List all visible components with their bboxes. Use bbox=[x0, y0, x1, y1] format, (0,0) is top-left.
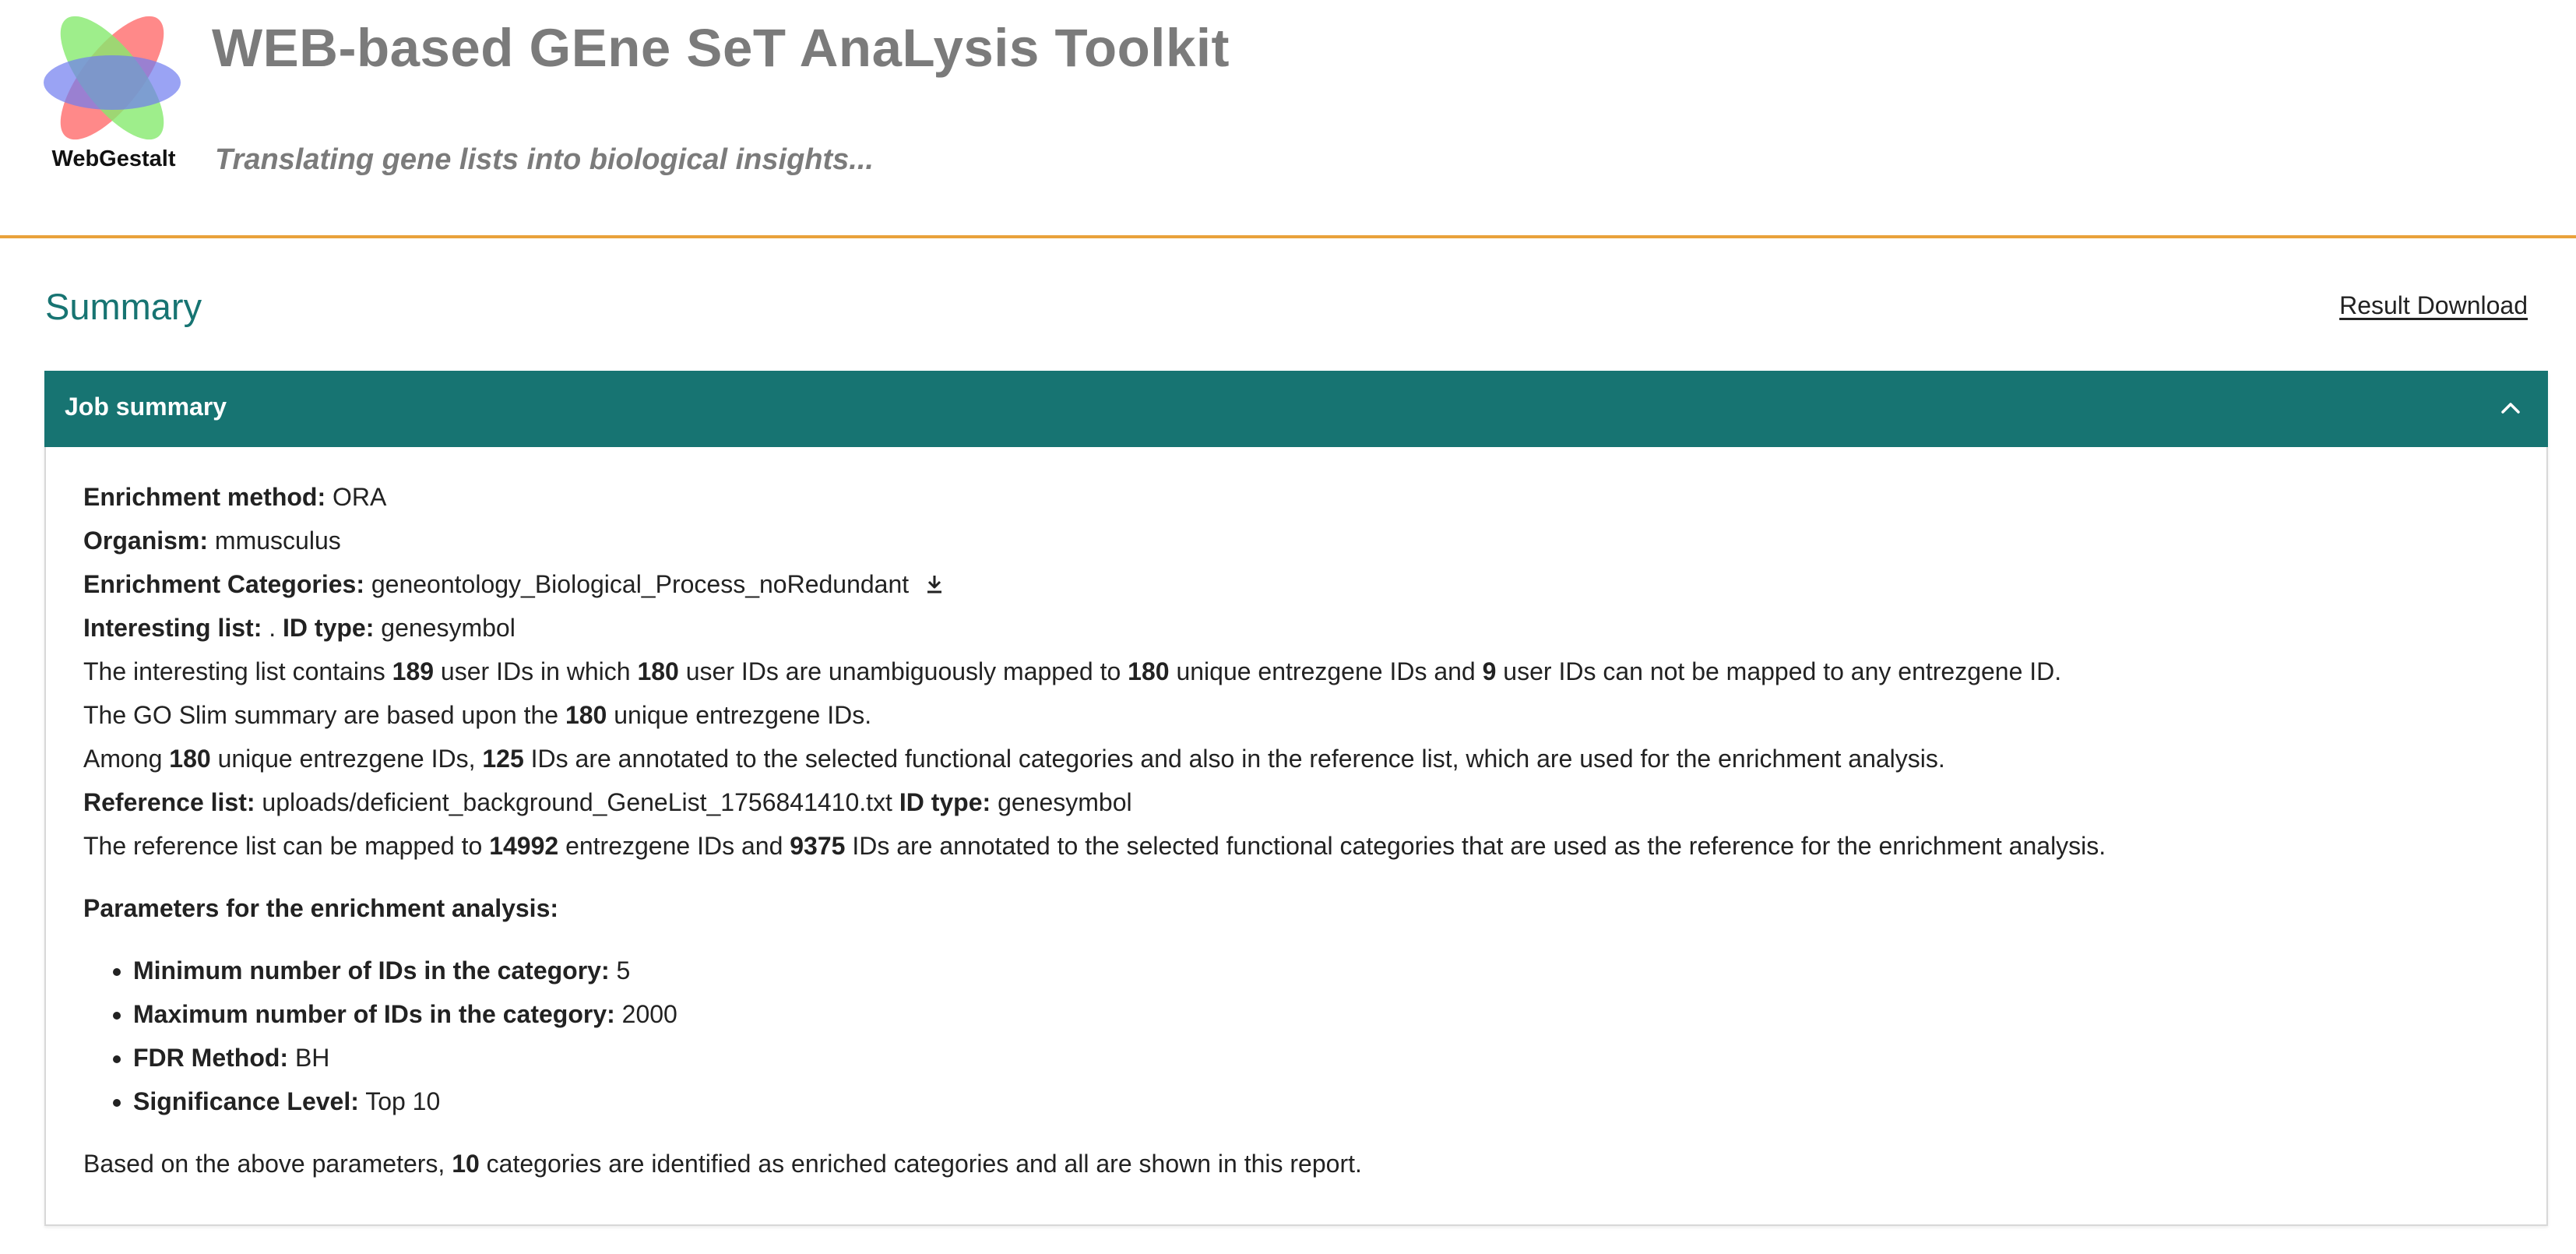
parameter-item: FDR Method: BH bbox=[133, 1042, 2515, 1086]
result-download-link[interactable]: Result Download bbox=[2339, 291, 2528, 320]
chevron-up-icon[interactable] bbox=[2497, 394, 2525, 422]
parameter-label: Maximum number of IDs in the category: bbox=[133, 1000, 615, 1028]
logo-ellipses-graphic bbox=[44, 16, 181, 140]
interesting-id-type-value: genesymbol bbox=[381, 614, 516, 642]
parameter-value: 5 bbox=[616, 956, 631, 985]
app-title: WEB-based GEne SeT AnaLysis Toolkit bbox=[212, 18, 1230, 78]
field-label: Interesting list: bbox=[83, 614, 262, 642]
summary-text: The GO Slim summary are based upon the bbox=[83, 701, 559, 729]
summary-count: 9375 bbox=[790, 832, 846, 860]
summary-text: The reference list can be mapped to bbox=[83, 832, 483, 860]
summary-count: 180 bbox=[637, 657, 679, 685]
parameter-label: Minimum number of IDs in the category: bbox=[133, 956, 610, 985]
summary-text: unique entrezgene IDs. bbox=[614, 701, 872, 729]
download-icon[interactable] bbox=[925, 573, 944, 595]
field-label: Organism: bbox=[83, 527, 209, 555]
reference-list-value: uploads/deficient_background_GeneList_17… bbox=[262, 788, 892, 816]
parameter-value: 2000 bbox=[621, 1000, 677, 1028]
summary-count: 9 bbox=[1482, 657, 1497, 685]
summary-text: Among bbox=[83, 745, 163, 773]
enrichment-method-value: ORA bbox=[333, 483, 387, 511]
conclusion-row: Based on the above parameters, 10 catego… bbox=[83, 1148, 2515, 1179]
panel-title: Job summary bbox=[65, 393, 227, 421]
enrichment-categories-value: geneontology_Biological_Process_noRedund… bbox=[371, 570, 910, 598]
reference-id-type-value: genesymbol bbox=[998, 788, 1132, 816]
interesting-list-row: Interesting list: . ID type: genesymbol bbox=[83, 612, 2515, 656]
field-label: Enrichment method: bbox=[83, 483, 326, 511]
summary-count: 10 bbox=[452, 1150, 480, 1178]
summary-text: categories are identified as enriched ca… bbox=[486, 1150, 1362, 1178]
summary-heading: Summary bbox=[45, 286, 202, 327]
parameter-label: FDR Method: bbox=[133, 1044, 289, 1072]
job-summary-panel-header[interactable]: Job summary bbox=[44, 371, 2548, 447]
site-header: WebGestalt WEB-based GEne SeT AnaLysis T… bbox=[0, 0, 2576, 238]
app-tagline: Translating gene lists into biological i… bbox=[215, 143, 874, 176]
parameter-item: Significance Level: Top 10 bbox=[133, 1086, 2515, 1129]
parameter-value: Top 10 bbox=[365, 1087, 441, 1115]
field-label: Reference list: bbox=[83, 788, 255, 816]
goslim-summary-row: The GO Slim summary are based upon the 1… bbox=[83, 699, 2515, 743]
summary-count: 180 bbox=[169, 745, 211, 773]
parameters-list: Minimum number of IDs in the category: 5… bbox=[83, 955, 2515, 1129]
logo-text: WebGestalt bbox=[51, 146, 176, 171]
summary-text: unique entrezgene IDs and bbox=[1176, 657, 1476, 685]
mapping-summary-row: The interesting list contains 189 user I… bbox=[83, 656, 2515, 699]
parameter-label: Significance Level: bbox=[133, 1087, 359, 1115]
job-summary-panel: Job summary Enrichment method: ORA Organ… bbox=[44, 371, 2548, 1226]
job-summary-body: Enrichment method: ORA Organism: mmuscul… bbox=[83, 481, 2515, 1179]
organism-row: Organism: mmusculus bbox=[83, 525, 2515, 569]
reference-mapping-row: The reference list can be mapped to 1499… bbox=[83, 830, 2515, 874]
parameter-item: Minimum number of IDs in the category: 5 bbox=[133, 955, 2515, 999]
summary-text: Based on the above parameters, bbox=[83, 1150, 445, 1178]
reference-list-row: Reference list: uploads/deficient_backgr… bbox=[83, 787, 2515, 830]
summary-text: entrezgene IDs and bbox=[565, 832, 783, 860]
enrichment-categories-row: Enrichment Categories: geneontology_Biol… bbox=[83, 569, 2515, 612]
enrichment-method-row: Enrichment method: ORA bbox=[83, 481, 2515, 525]
summary-text: user IDs can not be mapped to any entrez… bbox=[1503, 657, 2062, 685]
summary-text: unique entrezgene IDs, bbox=[217, 745, 476, 773]
parameters-heading: Parameters for the enrichment analysis: bbox=[83, 894, 559, 922]
summary-count: 180 bbox=[1128, 657, 1170, 685]
field-label: ID type: bbox=[899, 788, 991, 816]
parameter-item: Maximum number of IDs in the category: 2… bbox=[133, 999, 2515, 1042]
organism-value: mmusculus bbox=[214, 527, 341, 555]
summary-count: 180 bbox=[565, 701, 607, 729]
summary-count: 14992 bbox=[489, 832, 559, 860]
parameter-value: BH bbox=[294, 1044, 330, 1072]
interesting-list-value: . bbox=[269, 614, 276, 642]
webgestalt-logo[interactable]: WebGestalt bbox=[44, 14, 184, 178]
field-label: Enrichment Categories: bbox=[83, 570, 364, 598]
summary-text: user IDs in which bbox=[440, 657, 631, 685]
annotated-summary-row: Among 180 unique entrezgene IDs, 125 IDs… bbox=[83, 743, 2515, 787]
field-label: ID type: bbox=[283, 614, 375, 642]
summary-text: IDs are annotated to the selected functi… bbox=[530, 745, 1945, 773]
summary-text: The interesting list contains bbox=[83, 657, 385, 685]
summary-count: 189 bbox=[392, 657, 435, 685]
summary-text: IDs are annotated to the selected functi… bbox=[852, 832, 2106, 860]
summary-count: 125 bbox=[482, 745, 524, 773]
summary-text: user IDs are unambiguously mapped to bbox=[685, 657, 1121, 685]
